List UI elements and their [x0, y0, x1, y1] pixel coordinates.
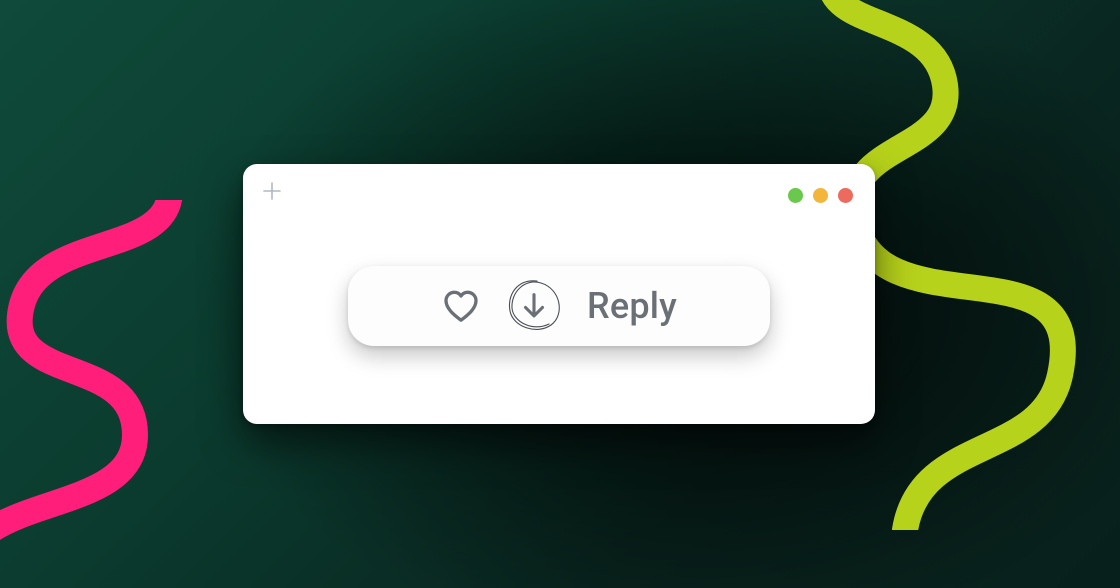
download-arrow-group — [503, 275, 565, 337]
scribble-circle-annotation — [503, 275, 565, 337]
plus-icon[interactable] — [263, 182, 281, 200]
action-pill: Reply — [348, 266, 770, 346]
heart-icon[interactable] — [441, 286, 481, 326]
window-card: Reply — [243, 164, 875, 424]
traffic-light-red[interactable] — [838, 188, 853, 203]
traffic-light-green[interactable] — [788, 188, 803, 203]
window-traffic-lights — [788, 188, 853, 203]
pink-squiggle — [0, 200, 250, 588]
traffic-light-amber[interactable] — [813, 188, 828, 203]
stage: Reply — [0, 0, 1120, 588]
reply-button[interactable]: Reply — [587, 288, 677, 324]
